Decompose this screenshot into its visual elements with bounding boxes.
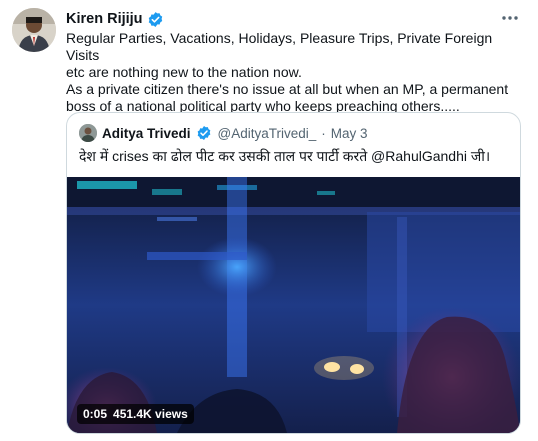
more-options-icon[interactable] <box>500 10 520 26</box>
quoted-author-handle[interactable]: @AdityaTrivedi_ <box>218 126 317 141</box>
tweet-text-line: Regular Parties, Vacations, Holidays, Pl… <box>66 30 493 63</box>
video-info-bar: 0:05 451.4K views <box>77 403 194 425</box>
video-duration: 0:05 <box>83 407 108 421</box>
quoted-author-name[interactable]: Aditya Trivedi <box>102 126 191 141</box>
quoted-tweet[interactable]: Aditya Trivedi @AdityaTrivedi_ · May 3 द… <box>66 112 521 434</box>
separator-dot: · <box>321 125 326 141</box>
video-player[interactable]: 0:05 451.4K views <box>67 177 520 433</box>
video-frame <box>67 177 520 433</box>
verified-badge-icon <box>147 11 164 28</box>
tweet-text-line: etc are nothing new to the nation now. <box>66 64 302 80</box>
video-view-count: 451.4K views <box>113 407 188 421</box>
video-duration-badge: 0:05 451.4K views <box>77 404 194 424</box>
quoted-author-avatar[interactable] <box>79 124 97 142</box>
author-avatar[interactable] <box>12 8 56 52</box>
tweet-text-line: As a private citizen there's no issue at… <box>66 81 509 97</box>
tweet-card[interactable]: Kiren Rijiju Regular Parties, Vacations,… <box>0 0 538 441</box>
tweet-text: Regular Parties, Vacations, Holidays, Pl… <box>66 30 526 115</box>
tweet-header: Kiren Rijiju <box>66 10 164 28</box>
quoted-tweet-date[interactable]: May 3 <box>331 126 368 141</box>
verified-badge-icon <box>196 125 213 142</box>
quoted-tweet-header: Aditya Trivedi @AdityaTrivedi_ · May 3 <box>79 123 368 143</box>
quoted-tweet-text: देश में crises का ढोल पीट कर उसकी ताल पर… <box>79 148 491 164</box>
author-name[interactable]: Kiren Rijiju <box>66 11 143 27</box>
